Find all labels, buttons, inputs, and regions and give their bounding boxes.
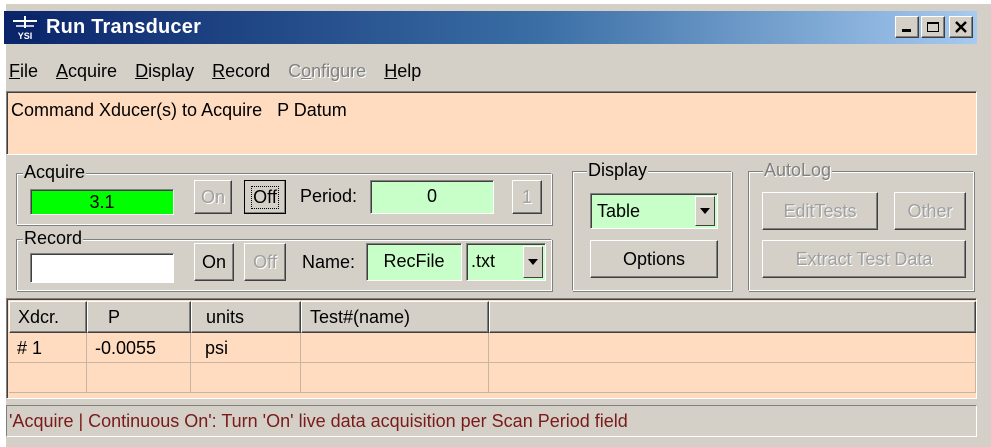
- table-header: Xdcr. P units Test#(name): [9, 301, 976, 333]
- data-table: Xdcr. P units Test#(name) # 1 -0.0055 ps…: [6, 298, 977, 399]
- table-row[interactable]: # 1 -0.0055 psi: [9, 333, 976, 363]
- edit-tests-button[interactable]: EditTests: [762, 192, 878, 230]
- maximize-button[interactable]: [921, 16, 945, 38]
- maximize-icon: [927, 22, 939, 32]
- acquire-value-display: 3.1: [30, 189, 174, 215]
- display-options-button[interactable]: Options: [590, 240, 718, 278]
- status-bar: 'Acquire | Continuous On': Turn 'On' liv…: [6, 405, 977, 437]
- menu-help[interactable]: Help: [384, 61, 421, 82]
- cell-xdcr: # 1: [9, 333, 87, 363]
- cell-units: psi: [191, 333, 301, 363]
- acquire-group-label: Acquire: [23, 162, 87, 182]
- period-step-button[interactable]: 1: [512, 180, 542, 214]
- display-group-label: Display: [587, 160, 649, 180]
- extract-test-data-button[interactable]: Extract Test Data: [762, 240, 966, 278]
- title-bar[interactable]: YSI Run Transducer: [4, 11, 977, 44]
- display-mode-select[interactable]: Table: [590, 193, 718, 229]
- autolog-group-label: AutoLog: [763, 160, 833, 180]
- table-row[interactable]: [9, 363, 976, 393]
- minimize-icon: [902, 29, 911, 32]
- column-header-blank: [489, 301, 976, 333]
- record-value-input[interactable]: [30, 253, 174, 283]
- ysi-app-icon: YSI: [10, 14, 40, 41]
- minimize-button[interactable]: [895, 16, 919, 38]
- close-button[interactable]: [949, 16, 973, 38]
- cell-blank: [489, 363, 976, 393]
- record-on-button[interactable]: On: [194, 243, 234, 281]
- menu-acquire[interactable]: Acquire: [56, 61, 117, 82]
- cell-units: [191, 363, 301, 393]
- app-icon-text: YSI: [18, 31, 33, 41]
- command-panel: Command Xducer(s) to Acquire P Datum: [6, 91, 977, 155]
- close-icon: [955, 21, 967, 33]
- acquire-off-button[interactable]: Off: [244, 180, 286, 214]
- record-off-button[interactable]: Off: [244, 243, 286, 281]
- menu-configure[interactable]: Configure: [288, 61, 366, 82]
- name-label: Name:: [302, 252, 356, 272]
- cell-xdcr: [9, 363, 87, 393]
- cell-blank: [489, 333, 976, 363]
- cell-test-name: [301, 363, 489, 393]
- cell-test-name: [301, 333, 489, 363]
- period-label: Period:: [300, 186, 358, 206]
- cell-p: [87, 363, 191, 393]
- record-ext-select[interactable]: .txt: [466, 243, 546, 281]
- column-header-units[interactable]: units: [191, 301, 301, 333]
- window-title: Run Transducer: [46, 16, 202, 38]
- cell-p: -0.0055: [87, 333, 191, 363]
- chevron-down-icon[interactable]: [523, 246, 543, 278]
- command-text: Command Xducer(s) to Acquire P Datum: [11, 100, 347, 120]
- menu-display[interactable]: Display: [135, 61, 194, 82]
- record-name-input[interactable]: RecFile: [366, 243, 462, 281]
- period-input[interactable]: 0: [370, 180, 494, 214]
- column-header-xdcr[interactable]: Xdcr.: [9, 301, 87, 333]
- column-header-p[interactable]: P: [87, 301, 191, 333]
- acquire-on-button[interactable]: On: [194, 180, 232, 214]
- status-text: 'Acquire | Continuous On': Turn 'On' liv…: [9, 411, 628, 431]
- menu-file[interactable]: File: [9, 61, 38, 82]
- other-button[interactable]: Other: [894, 192, 966, 230]
- chevron-down-icon[interactable]: [695, 196, 715, 226]
- menu-record[interactable]: Record: [212, 61, 270, 82]
- acquire-value: 3.1: [89, 192, 115, 212]
- column-header-test-name[interactable]: Test#(name): [301, 301, 489, 333]
- record-group-label: Record: [23, 228, 84, 248]
- menu-bar: File Acquire Display Record Configure He…: [4, 55, 977, 87]
